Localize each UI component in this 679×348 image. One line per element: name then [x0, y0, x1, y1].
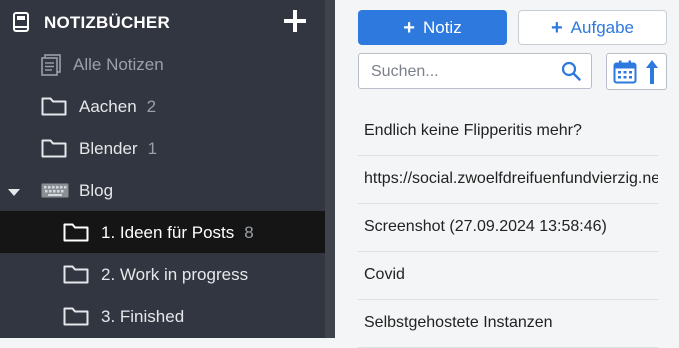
note-title: Screenshot (27.09.2024 13:58:46) [364, 218, 607, 235]
note-list-panel: + Notiz + Aufgabe Suchen... Endlich kein… [335, 0, 679, 348]
sort-arrow-up-icon[interactable] [644, 59, 660, 90]
caret-down-icon[interactable] [8, 184, 20, 202]
folder-icon [63, 306, 89, 331]
keyboard-icon [41, 183, 69, 203]
new-note-label: Notiz [422, 17, 462, 37]
sidebar-item-label: Blender [79, 139, 138, 158]
note-list-item[interactable]: Covid [358, 252, 658, 300]
sidebar-item-label: 3. Finished [101, 307, 185, 326]
note-title: https://social.zwoelfdreifuenfundvierzig… [364, 170, 658, 187]
list-tools [606, 53, 667, 90]
sidebar-item-label: 2. Work in progress [101, 265, 249, 284]
new-note-button[interactable]: + Notiz [358, 10, 507, 45]
note-list: Endlich keine Flipperitis mehr? https://… [358, 108, 658, 348]
sidebar-item-blender[interactable]: Blender 1 [0, 127, 325, 169]
search-input[interactable] [369, 61, 558, 83]
note-count: 1 [147, 139, 158, 158]
add-notebook-icon[interactable] [283, 9, 307, 38]
folder-icon [63, 222, 89, 247]
search-icon[interactable] [561, 61, 581, 86]
sidebar-item-label: Blog [79, 181, 114, 200]
folder-icon [63, 264, 89, 289]
sidebar-item-label: Aachen [79, 97, 137, 116]
note-list-item[interactable]: Endlich keine Flipperitis mehr? [358, 108, 658, 156]
note-title: Selbstgehostete Instanzen [364, 314, 553, 331]
calendar-icon[interactable] [613, 60, 637, 89]
note-list-item[interactable]: Selbstgehostete Instanzen [358, 300, 658, 348]
note-list-item[interactable]: Screenshot (27.09.2024 13:58:46) [358, 204, 658, 252]
notebook-icon [12, 12, 30, 37]
sidebar-item-finished[interactable]: 3. Finished [0, 295, 325, 337]
note-list-item[interactable]: https://social.zwoelfdreifuenfundvierzig… [358, 156, 658, 204]
new-task-button[interactable]: + Aufgabe [518, 10, 667, 45]
search-box [358, 53, 592, 89]
sidebar-header: NOTIZBÜCHER [0, 0, 325, 43]
sidebar-title: NOTIZBÜCHER [44, 13, 170, 32]
new-task-label: Aufgabe [570, 17, 635, 37]
sidebar-item-all-notes[interactable]: Alle Notizen [0, 43, 325, 85]
note-title: Endlich keine Flipperitis mehr? [364, 122, 582, 139]
sidebar-resize-handle[interactable] [325, 0, 335, 338]
sidebar-item-label: Alle Notizen [73, 55, 164, 74]
sidebar-item-label: 1. Ideen für Posts [101, 223, 235, 242]
all-notes-icon [41, 54, 63, 81]
note-count: 8 [244, 223, 254, 242]
folder-icon [41, 138, 67, 163]
plus-icon: + [550, 16, 563, 39]
sidebar: NOTIZBÜCHER Alle Notizen Aachen 2 Blende… [0, 0, 325, 338]
sidebar-item-work-in-progress[interactable]: 2. Work in progress [0, 253, 325, 295]
folder-icon [41, 96, 67, 121]
note-count: 2 [146, 97, 157, 116]
sidebar-item-blog[interactable]: Blog [0, 169, 325, 211]
sidebar-item-ideen-fuer-posts[interactable]: 1. Ideen für Posts 8 [0, 211, 325, 253]
note-title: Covid [364, 266, 405, 283]
plus-icon: + [403, 16, 415, 39]
sidebar-item-aachen[interactable]: Aachen 2 [0, 85, 325, 127]
